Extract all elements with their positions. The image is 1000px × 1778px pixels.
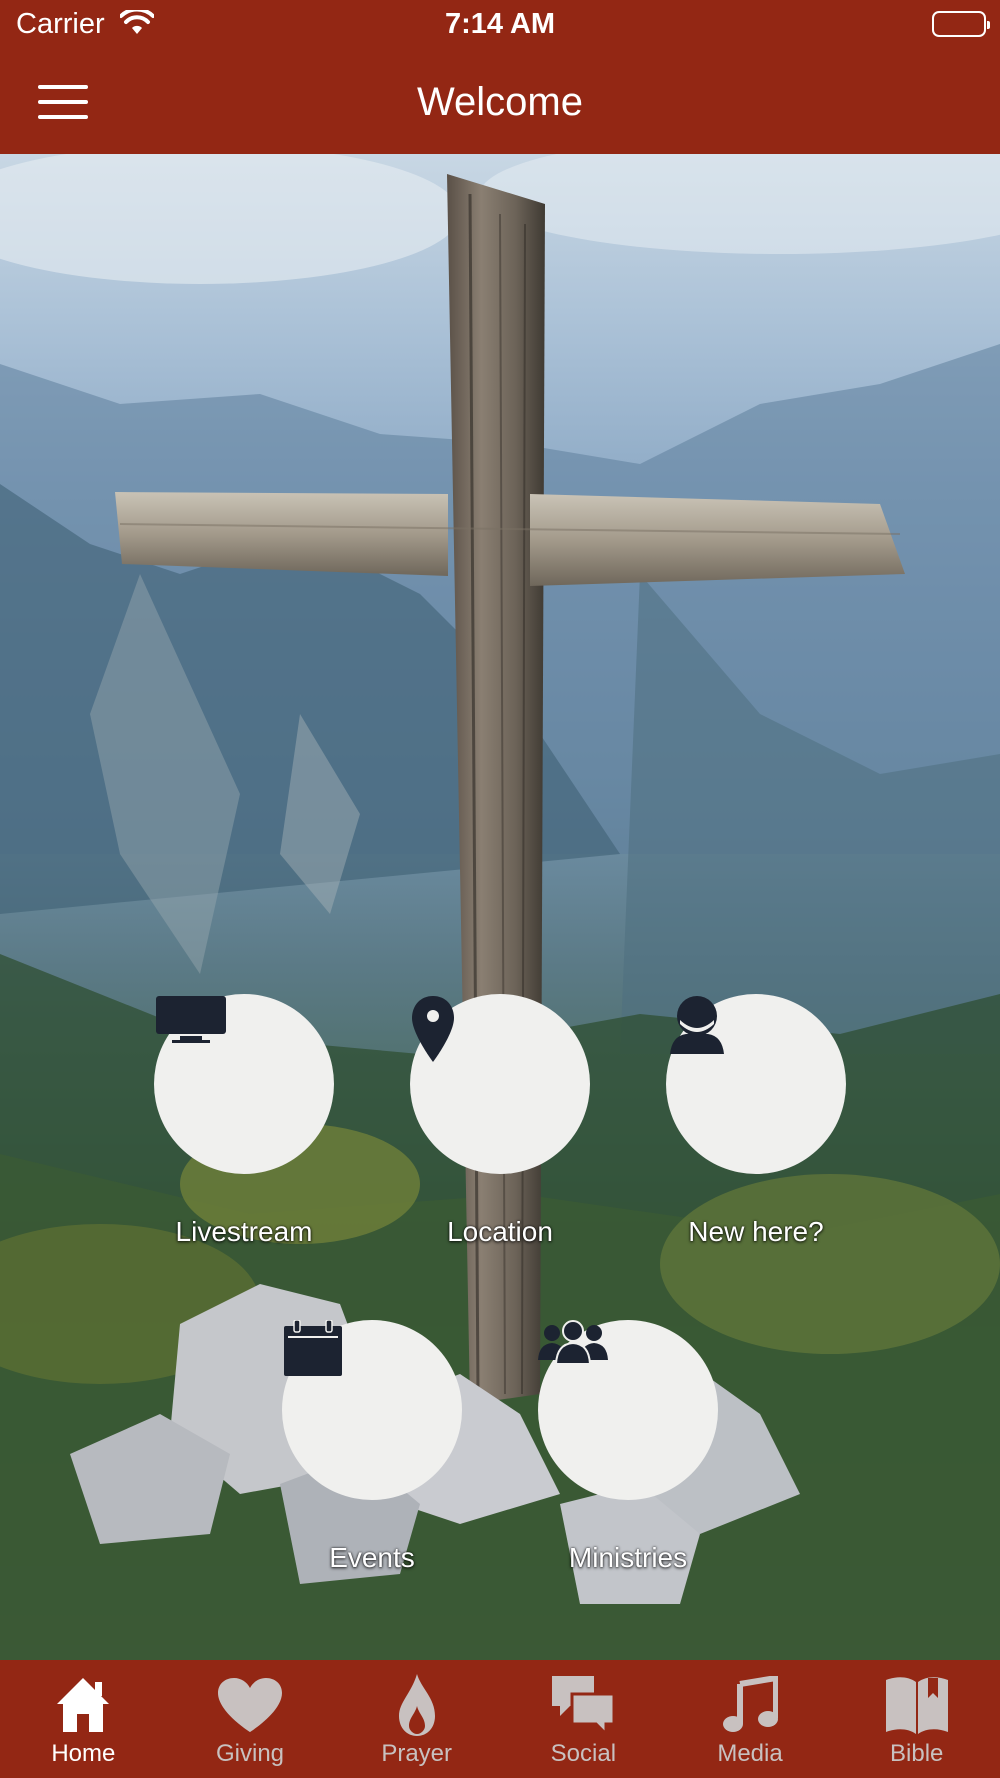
- location-button[interactable]: Location: [410, 994, 590, 1248]
- music-note-icon: [667, 1672, 834, 1738]
- chat-bubbles-icon: [500, 1672, 667, 1738]
- livestream-button[interactable]: Livestream: [154, 994, 334, 1248]
- new-here-button[interactable]: New here?: [666, 994, 846, 1248]
- tab-prayer-label: Prayer: [381, 1740, 453, 1767]
- hero-background-image: Livestream Location New here? Events Min…: [0, 154, 1000, 1660]
- heart-icon: [167, 1672, 334, 1738]
- nav-bar: Welcome: [0, 50, 1000, 154]
- battery-icon: [932, 11, 990, 37]
- home-icon: [0, 1672, 167, 1738]
- status-bar: Carrier 7:14 AM: [0, 0, 1000, 50]
- ministries-label: Ministries: [568, 1542, 688, 1573]
- tab-social[interactable]: Social: [500, 1660, 667, 1778]
- tab-media[interactable]: Media: [667, 1660, 834, 1778]
- tab-bible-label: Bible: [890, 1740, 944, 1767]
- tab-social-label: Social: [550, 1740, 617, 1767]
- tab-media-label: Media: [717, 1740, 783, 1767]
- page-title: Welcome: [417, 80, 583, 124]
- flame-icon: [333, 1672, 500, 1738]
- tab-bar: Home Giving Prayer Social Media Bible: [0, 1660, 1000, 1778]
- livestream-label: Livestream: [175, 1216, 313, 1247]
- new-here-label: New here?: [688, 1216, 824, 1247]
- location-label: Location: [447, 1216, 553, 1247]
- ministries-button[interactable]: Ministries: [538, 1320, 718, 1574]
- tab-home-label: Home: [51, 1740, 116, 1767]
- tab-home[interactable]: Home: [0, 1660, 167, 1778]
- status-time: 7:14 AM: [444, 8, 556, 40]
- tab-giving-label: Giving: [215, 1740, 285, 1767]
- tab-giving[interactable]: Giving: [167, 1660, 334, 1778]
- tab-prayer[interactable]: Prayer: [333, 1660, 500, 1778]
- book-icon: [833, 1672, 1000, 1738]
- tab-bible[interactable]: Bible: [833, 1660, 1000, 1778]
- events-button[interactable]: Events: [282, 1320, 462, 1574]
- events-label: Events: [329, 1542, 415, 1573]
